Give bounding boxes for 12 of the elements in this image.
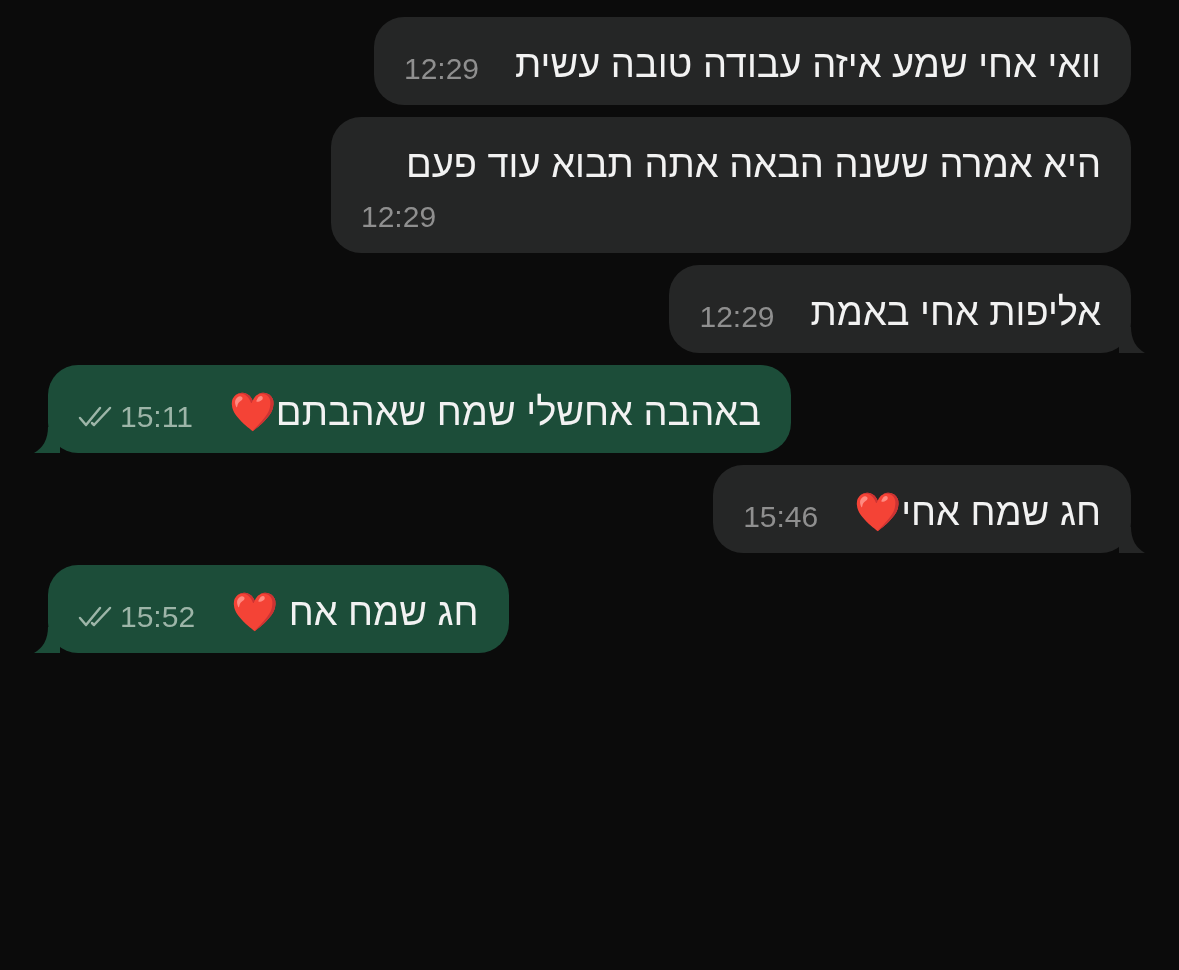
message-time: 12:29	[361, 199, 437, 235]
message-text: היא אמרה ששנה הבאה אתה תבוא עוד פעם	[405, 142, 1101, 187]
message-time: 15:52	[120, 599, 196, 635]
message-text: אליפות אחי באמת	[810, 290, 1101, 335]
message-text: חג שמח אח ❤	[231, 590, 479, 635]
message-time: 12:29	[403, 51, 480, 87]
message-time: 15:46	[743, 499, 819, 535]
message-text: חג שמח אחי❤	[854, 490, 1101, 535]
message-time: 12:29	[699, 299, 775, 335]
message-text: וואי אחי שמע איזה עבודה טובה עשית	[515, 42, 1101, 87]
message-time: 15:11	[120, 399, 193, 435]
message-text: באהבה אחשלי שמח שאהבתם❤	[228, 390, 761, 435]
